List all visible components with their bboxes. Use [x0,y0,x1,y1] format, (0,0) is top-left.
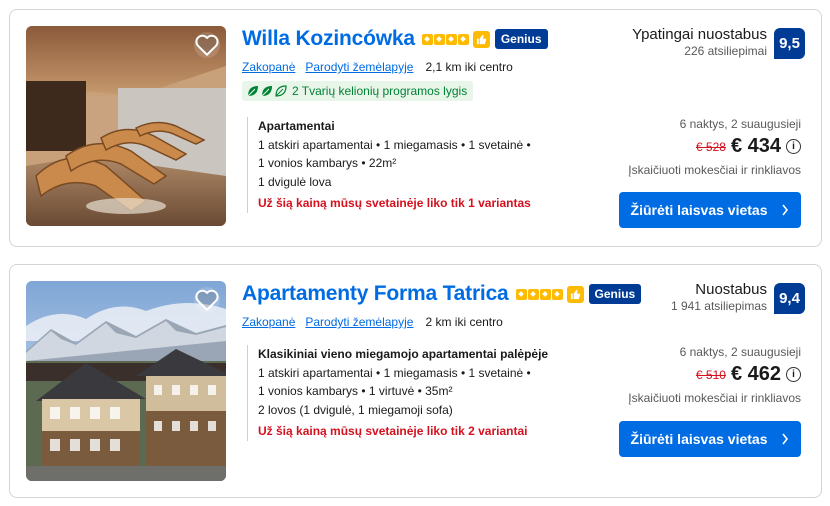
star-icon [433,33,445,45]
star-icon [445,33,457,45]
thumbs-up-icon[interactable] [566,285,584,303]
original-price: € 510 [695,367,726,382]
info-circle-icon[interactable]: i [786,367,801,382]
location-row: Zakopanė Parodyti žemėlapyje 2 km iki ce… [242,315,503,329]
thumbs-up-icon[interactable] [472,30,490,48]
distance-text: 2,1 km iki centro [425,60,513,74]
star-icon [551,288,563,300]
original-price: € 528 [695,139,726,154]
room-type: Klasikiniai vieno miegamojo apartamentai… [258,347,549,361]
room-details: Apartamentai 1 atskiri apartamentai • 1 … [247,117,531,213]
heart-outline-icon [195,34,219,56]
property-card[interactable]: Willa Kozincówka Genius Zakopanė Parodyt… [9,9,822,247]
review-score[interactable]: Ypatingai nuostabus 226 atsiliepimai 9,5 [632,26,805,59]
room-details: Klasikiniai vieno miegamojo apartamentai… [247,345,548,441]
property-photo[interactable] [26,26,226,226]
show-on-map-link[interactable]: Parodyti žemėlapyje [305,60,413,74]
room-feature: 1 vonios kambarys • 1 virtuvė • 35m² [258,384,453,398]
location-link[interactable]: Zakopanė [242,315,295,329]
stay-info: 6 naktys, 2 suaugusieji [679,117,801,131]
location-row: Zakopanė Parodyti žemėlapyje 2,1 km iki … [242,60,513,74]
info-circle-icon[interactable]: i [786,139,801,154]
rating-word: Nuostabus [695,281,767,298]
room-feature: 2 lovos (1 dvigulė, 1 miegamoji sofa) [258,402,453,417]
current-price: € 434 [730,135,781,157]
current-price: € 462 [730,363,781,385]
sustainability-badge[interactable]: 2 Tvarių kelionių programos lygis [242,81,474,101]
cta-label: Žiūrėti laisvas vietas [630,202,768,218]
score-badge: 9,5 [774,28,805,59]
see-availability-button[interactable]: Žiūrėti laisvas vietas [619,192,801,228]
room-type: Apartamentai [258,119,335,133]
star-icon [421,33,433,45]
sustainability-label: 2 Tvarių kelionių programos lygis [292,84,468,98]
rating-word: Ypatingai nuostabus [632,26,767,43]
review-count: 226 atsiliepimai [684,44,767,58]
star-icon [515,288,527,300]
show-on-map-link[interactable]: Parodyti žemėlapyje [305,315,413,329]
room-feature: 1 atskiri apartamentai • 1 miegamasis • … [258,137,531,152]
genius-badge[interactable]: Genius [588,284,642,304]
distance-text: 2 km iki centro [425,315,503,329]
leaf-icon [247,85,287,97]
availability-warning: Už šią kainą mūsų svetainėje liko tik 1 … [258,196,531,210]
stay-info: 6 naktys, 2 suaugusieji [679,345,801,359]
title-row: Apartamenty Forma Tatrica Genius [242,282,642,306]
review-count: 1 941 atsiliepimas [670,299,767,313]
see-availability-button[interactable]: Žiūrėti laisvas vietas [619,421,801,457]
title-row: Willa Kozincówka Genius [242,27,548,51]
star-rating [515,288,563,300]
property-name[interactable]: Willa Kozincówka [242,27,415,51]
property-name[interactable]: Apartamenty Forma Tatrica [242,282,509,306]
chevron-right-icon [782,433,789,445]
property-photo[interactable] [26,281,226,481]
price-block: 6 naktys, 2 suaugusieji € 510 € 462 i Įs… [628,345,801,405]
taxes-note: Įskaičiuoti mokesčiai ir rinkliavos [628,163,801,177]
chevron-right-icon [782,204,789,216]
review-score[interactable]: Nuostabus 1 941 atsiliepimas 9,4 [671,281,805,314]
star-icon [539,288,551,300]
room-feature: 1 atskiri apartamentai • 1 miegamasis • … [258,365,531,380]
star-rating [421,33,469,45]
location-link[interactable]: Zakopanė [242,60,295,74]
room-feature: 1 dvigulė lova [258,174,332,189]
price-block: 6 naktys, 2 suaugusieji € 528 € 434 i Įs… [628,117,801,177]
heart-outline-icon [195,289,219,311]
taxes-note: Įskaičiuoti mokesčiai ir rinkliavos [628,391,801,405]
availability-warning: Už šią kainą mūsų svetainėje liko tik 2 … [258,424,528,438]
star-icon [527,288,539,300]
favorite-button[interactable] [194,287,220,313]
favorite-button[interactable] [194,32,220,58]
genius-badge[interactable]: Genius [494,29,548,49]
room-feature: 1 vonios kambarys • 22m² [258,156,397,170]
score-badge: 9,4 [774,283,805,314]
cta-label: Žiūrėti laisvas vietas [630,431,768,447]
property-card[interactable]: Apartamenty Forma Tatrica Genius Zakopan… [9,264,822,498]
star-icon [457,33,469,45]
